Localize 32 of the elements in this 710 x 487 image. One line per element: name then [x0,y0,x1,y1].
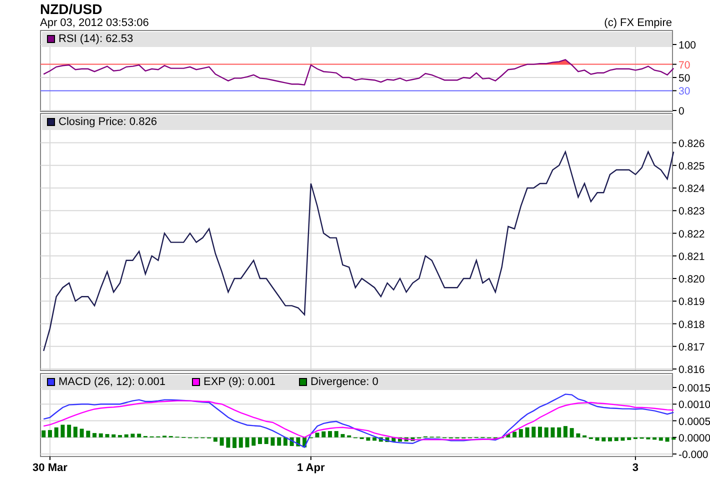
axis-label: 0.0015 [678,382,710,394]
axis-label: 0.824 [678,183,705,196]
legend-label: RSI (14): 62.53 [58,32,134,46]
axis-label: 0.0010 [678,399,710,412]
credit-text: (c) FX Empire [604,17,672,30]
chart-title: NZD/USD [39,0,104,17]
axis-label: 70 [678,59,690,72]
axis-label: 0.823 [678,206,705,218]
axis-label: 0 [678,106,684,118]
legend-label: MACD (26, 12): 0.001 [58,374,166,390]
axis-label: 30 [678,86,690,98]
axis-label: 0.820 [678,274,705,286]
axis-label: 0.822 [678,228,705,240]
axis-label: 50 [678,72,690,84]
axis-label: -0.000 [678,449,708,461]
axis-label: 0.821 [678,250,705,263]
axis-label: 0.816 [678,364,705,376]
legend-label: EXP (9): 0.001 [204,374,276,390]
axis-label: 0.0005 [678,416,710,428]
axis-label: 1 Apr [297,462,325,474]
axis-label: 0.826 [678,138,705,150]
axis-label: 0.817 [678,341,705,354]
axis-label: 30 Mar [32,462,68,474]
axis-label: 3 [632,462,639,474]
timestamp: Apr 03, 2012 03:53:06 [40,17,149,30]
axis-label: 100 [678,40,696,52]
axis-label: 0.818 [678,318,705,331]
legend-label: Divergence: 0 [310,374,378,390]
axis-label: 0.819 [678,296,705,308]
axis-label: 0.0000 [678,432,710,444]
axis-label: 0.825 [678,160,705,172]
legend-label: Closing Price: 0.826 [58,114,157,130]
